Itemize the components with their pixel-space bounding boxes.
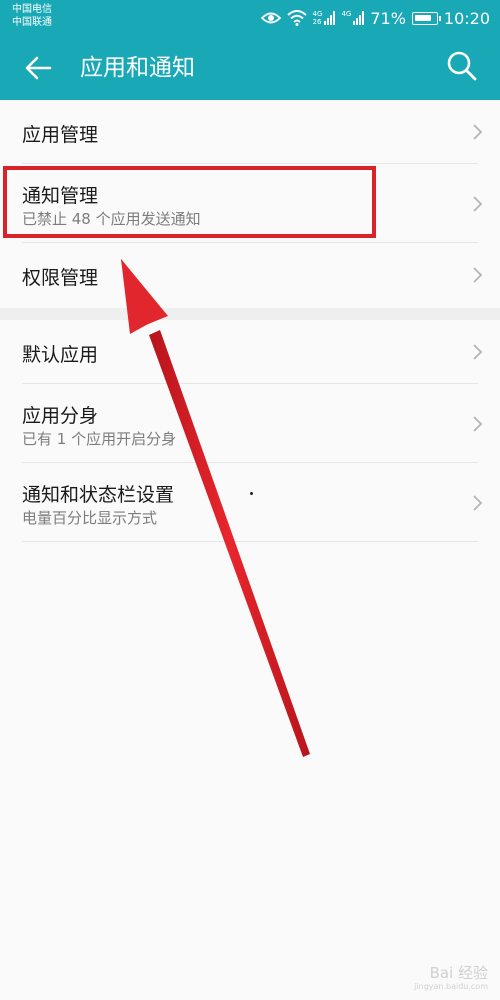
chevron-right-icon: [473, 344, 483, 360]
carrier-info: 中国电信 中国联通: [12, 3, 52, 29]
item-title: 默认应用: [22, 344, 99, 366]
carrier-2: 中国联通: [12, 17, 52, 28]
list-item-default-apps[interactable]: 默认应用: [22, 320, 483, 384]
list-item-app-twin[interactable]: 应用分身 已有 1 个应用开启分身: [22, 384, 483, 463]
battery-percent: 71%: [370, 8, 406, 28]
section-divider: [0, 308, 500, 320]
watermark-url: jingyan.baidu.com: [414, 982, 488, 991]
stray-dot: [250, 492, 253, 495]
annotation-highlight-box: [3, 166, 376, 238]
item-subtitle: 已有 1 个应用开启分身: [22, 430, 177, 448]
search-icon[interactable]: [446, 50, 478, 82]
page-title: 应用和通知: [80, 55, 195, 81]
network-type-1: 4G 26: [312, 10, 323, 26]
list-item-permission-management[interactable]: 权限管理: [22, 243, 483, 307]
app-bar: 应用和通知: [0, 36, 500, 100]
item-subtitle: 电量百分比显示方式: [22, 509, 158, 527]
settings-section-2: 默认应用 应用分身 已有 1 个应用开启分身 通知和状态栏设置 电量百分比显示方…: [0, 320, 500, 542]
status-icons: 4G 26 4G 71% 10:20: [260, 6, 490, 30]
back-arrow-icon[interactable]: [20, 50, 56, 86]
clock: 10:20: [443, 8, 490, 28]
chevron-right-icon: [473, 124, 483, 140]
item-title: 应用分身: [22, 405, 99, 427]
wifi-icon: [286, 10, 307, 26]
signal-icon: [324, 11, 336, 25]
watermark-brand: Bai 经验: [429, 964, 488, 982]
list-item-notification-statusbar-settings[interactable]: 通知和状态栏设置 电量百分比显示方式: [22, 463, 483, 542]
chevron-right-icon: [473, 416, 483, 432]
chevron-right-icon: [473, 267, 483, 283]
carrier-1: 中国电信: [12, 4, 52, 15]
item-title: 应用管理: [22, 124, 99, 146]
chevron-right-icon: [473, 495, 483, 511]
chevron-right-icon: [473, 196, 483, 212]
signal-icon-2: [353, 11, 365, 25]
item-title: 权限管理: [22, 267, 99, 289]
battery-icon: [411, 11, 441, 25]
watermark: Bai 经验 jingyan.baidu.com: [414, 966, 488, 994]
network-type-2: 4G: [341, 10, 352, 18]
eye-icon: [260, 12, 281, 24]
item-title: 通知和状态栏设置: [22, 484, 175, 506]
list-item-app-management[interactable]: 应用管理: [22, 100, 483, 164]
status-bar: 中国电信 中国联通 4G 26 4G 71% 10:20: [0, 0, 500, 36]
